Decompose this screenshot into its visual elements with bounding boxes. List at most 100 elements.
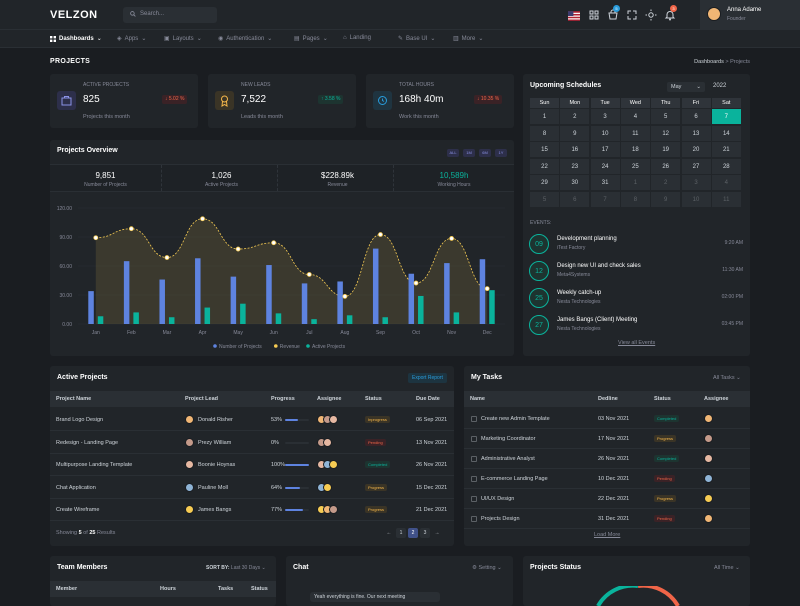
user-menu[interactable]: Anna Adame Founder [700,0,800,30]
col-project-lead[interactable]: Project Lead [185,396,218,402]
calendar-day[interactable]: 5 [651,109,682,125]
calendar-day[interactable]: 7 [711,109,742,125]
calendar-day[interactable]: 14 [711,125,742,142]
task-checkbox[interactable] [471,436,477,442]
task-row[interactable]: Marketing Coordinator 17 Nov 2021 Progress [464,429,750,449]
event-title[interactable]: Development planning [557,236,617,242]
assignee-avatar[interactable] [704,514,713,523]
page-button[interactable]: 1 [396,528,406,538]
table-row[interactable]: Multipurpose Landing Template Boonie Hoyn… [50,454,454,476]
assignee-avatar[interactable] [704,494,713,503]
table-row[interactable]: Create Wireframe James Bangs 77% Progress 21… [50,499,454,521]
calendar-day[interactable]: 5 [530,191,560,208]
sun-icon[interactable] [645,9,657,21]
filter-all[interactable]: ALL [447,149,459,157]
task-row[interactable]: Projects Design 31 Dec 2021 Pending [464,509,750,529]
project-name[interactable]: Chat Application [56,485,96,491]
calendar-day[interactable]: 30 [560,175,591,191]
calendar-day[interactable]: 12 [651,125,682,142]
assignee-avatar[interactable] [704,434,713,443]
assignee-avatar[interactable] [323,482,332,492]
fullscreen-icon[interactable] [626,9,638,21]
calendar-day[interactable]: 19 [651,142,682,158]
assignee-avatar[interactable] [329,460,338,469]
page-button[interactable]: → [432,528,442,538]
nav-landing[interactable]: ⌂ Landing [343,35,371,41]
status-filter[interactable]: All Time ⌄ [714,565,740,571]
event-title[interactable]: Design new UI and check sales [557,263,641,269]
task-name[interactable]: E-commerce Landing Page [481,476,548,482]
calendar-day[interactable]: 1 [620,175,651,191]
task-name[interactable]: Projects Design [481,516,520,522]
assignee-avatar[interactable] [704,454,713,463]
col-status[interactable]: Status [251,586,268,592]
nav-base-ui[interactable]: ✎ Base UI ⌄ [398,35,435,43]
calendar-day[interactable]: 27 [681,158,712,175]
calendar-day[interactable]: 23 [560,158,591,175]
task-row[interactable]: Administrative Analyst 26 Nov 2021 Complet… [464,449,750,469]
app-logo[interactable]: VELZON [50,9,98,21]
table-row[interactable]: Brand Logo Design Donald Risher 53% Inprogr… [50,409,454,431]
team-sort[interactable]: SORT BY: Last 30 Days ⌄ [206,565,266,571]
calendar-day[interactable]: 7 [590,191,621,208]
col-deadline[interactable]: Dedline [598,396,618,402]
task-checkbox[interactable] [471,476,477,482]
nav-apps[interactable]: ◈ Apps ⌄ [117,35,146,43]
filter-6m[interactable]: 6M [479,149,491,157]
calendar-day[interactable]: 20 [681,142,712,158]
task-name[interactable]: Marketing Coordinator [481,436,535,442]
legend-label[interactable]: Active Projects [312,344,346,350]
assignee-avatar[interactable] [329,415,338,424]
calendar-day[interactable]: 25 [620,158,651,175]
calendar-day[interactable]: 6 [681,109,712,125]
page-button[interactable]: ← [384,528,394,538]
col-assignee[interactable]: Assignee [317,396,341,402]
calendar-day[interactable]: 8 [620,191,651,208]
calendar-day[interactable]: 11 [620,125,651,142]
assignee-avatar[interactable] [329,505,338,514]
calendar-day[interactable]: 18 [620,142,651,158]
task-name[interactable]: Create new Admin Template [481,416,550,422]
filter-1m[interactable]: 1M [463,149,475,157]
col-project-name[interactable]: Project Name [56,396,91,402]
page-button[interactable]: 3 [420,528,430,538]
nav-layouts[interactable]: ▣ Layouts ⌄ [164,35,202,43]
calendar-day[interactable]: 10 [590,125,621,142]
calendar-day[interactable]: 24 [590,158,621,175]
search-box[interactable]: Search... [123,7,217,23]
assignee-avatar[interactable] [704,474,713,483]
project-name[interactable]: Brand Logo Design [56,417,103,423]
project-name[interactable]: Multipurpose Landing Template [56,462,132,468]
nav-dashboards[interactable]: Dashboards ⌄ [50,35,102,42]
calendar-day[interactable]: 11 [711,191,742,208]
col-assignee[interactable]: Assignee [704,396,728,402]
calendar-day[interactable]: 10 [681,191,712,208]
event-title[interactable]: Weekly catch-up [557,290,601,296]
export-report-button[interactable]: Export Report [408,373,447,383]
calendar-day[interactable]: 26 [651,158,682,175]
col-member[interactable]: Member [56,586,77,592]
calendar-day[interactable]: 4 [711,175,742,191]
view-all-events-link[interactable]: View all Events [618,340,655,346]
task-row[interactable]: E-commerce Landing Page 10 Dec 2021 Pendin… [464,469,750,489]
nav-pages[interactable]: ▤ Pages ⌄ [294,35,328,43]
task-checkbox[interactable] [471,516,477,522]
calendar-day[interactable]: 16 [560,142,591,158]
col-status[interactable]: Status [654,396,671,402]
col-name[interactable]: Name [470,396,485,402]
col-status[interactable]: Status [365,396,382,402]
task-name[interactable]: Administrative Analyst [481,456,535,462]
calendar-day[interactable]: 31 [590,175,621,191]
task-row[interactable]: UI/UX Design 22 Dec 2021 Progress [464,489,750,509]
project-name[interactable]: Create Wireframe [56,507,99,513]
calendar-day[interactable]: 3 [681,175,712,191]
table-row[interactable]: Redesign - Landing Page Prezy William 0% Pe… [50,432,454,454]
breadcrumb-root[interactable]: Dashboards [694,59,724,65]
flag-icon[interactable] [568,10,580,22]
calendar-day[interactable]: 28 [711,158,742,175]
assignee-avatar[interactable] [323,437,332,447]
chat-setting[interactable]: ⚙ Setting ⌄ [472,565,502,571]
col-progress[interactable]: Progress [271,396,295,402]
calendar-day[interactable]: 6 [560,191,591,208]
task-row[interactable]: Create new Admin Template 03 Nov 2021 Comp… [464,409,750,429]
